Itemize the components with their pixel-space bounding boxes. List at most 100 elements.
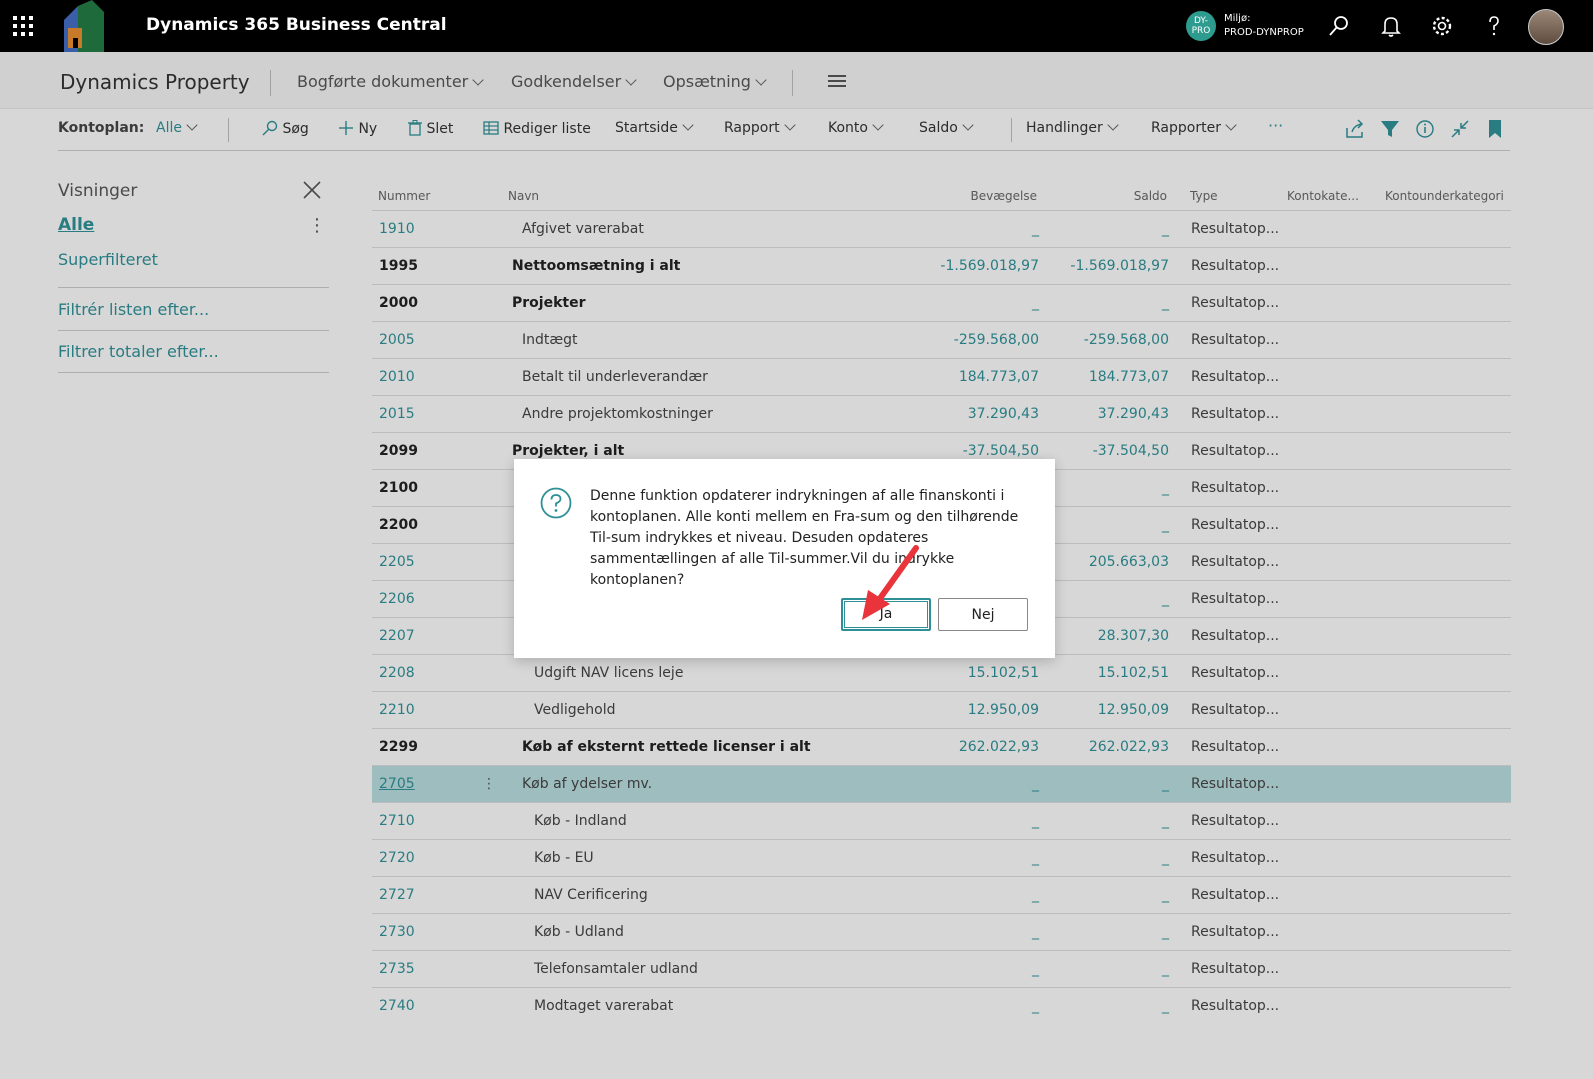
table-row[interactable]: 2720 Køb - EU _ _ Resultatop...	[372, 839, 1511, 876]
account-movement[interactable]: 12.950,09	[968, 702, 1039, 718]
account-movement[interactable]: _	[1032, 924, 1039, 940]
account-number[interactable]: 2200	[379, 517, 418, 533]
filter-totals-link[interactable]: Filtrer totaler efter...	[58, 342, 219, 361]
filter-icon[interactable]	[1379, 118, 1401, 140]
account-number[interactable]: 2727	[379, 887, 415, 903]
view-more-icon[interactable]: ⋮	[308, 215, 326, 236]
account-number[interactable]: 1910	[379, 221, 415, 237]
account-movement[interactable]: _	[1032, 295, 1039, 311]
saldo-menu[interactable]: Saldo	[919, 119, 974, 136]
share-icon[interactable]	[1344, 118, 1366, 140]
rapporter-menu[interactable]: Rapporter	[1151, 119, 1237, 136]
edit-list-button[interactable]: Rediger liste	[483, 120, 591, 137]
table-row[interactable]: 2210 Vedligehold 12.950,09 12.950,09 Resulta…	[372, 691, 1511, 728]
account-number[interactable]: 2010	[379, 369, 415, 385]
account-balance[interactable]: _	[1162, 776, 1169, 792]
account-movement[interactable]: _	[1032, 221, 1039, 237]
header-saldo[interactable]: Saldo	[1134, 189, 1167, 203]
menu-godkendelser[interactable]: Godkendelser	[511, 72, 637, 91]
info-icon[interactable]	[1414, 118, 1436, 140]
row-more-icon[interactable]: ⋮	[482, 776, 496, 792]
account-balance[interactable]: _	[1162, 813, 1169, 829]
account-movement[interactable]: _	[1032, 998, 1039, 1014]
table-row[interactable]: 1910 Afgivet varerabat _ _ Resultatop...	[372, 210, 1511, 247]
search-icon[interactable]	[1326, 13, 1352, 39]
account-movement[interactable]: -37.504,50	[963, 443, 1039, 459]
table-row[interactable]: 2735 Telefonsamtaler udland _ _ Resultatop..…	[372, 950, 1511, 987]
table-row[interactable]: 2705 ⋮ Køb af ydelser mv. _ _ Resultatop...	[372, 765, 1511, 802]
account-balance[interactable]: -259.568,00	[1084, 332, 1169, 348]
header-type[interactable]: Type	[1190, 189, 1218, 203]
account-movement[interactable]: -259.568,00	[954, 332, 1039, 348]
account-balance[interactable]: _	[1162, 887, 1169, 903]
header-kontokategori[interactable]: Kontokate...	[1287, 189, 1359, 203]
account-number[interactable]: 2299	[379, 739, 418, 755]
table-row[interactable]: 2005 Indtægt -259.568,00 -259.568,00 Resulta…	[372, 321, 1511, 358]
account-balance[interactable]: _	[1162, 517, 1169, 533]
table-row[interactable]: 2299 Køb af eksternt rettede licenser i a…	[372, 728, 1511, 765]
header-kontounderkategori[interactable]: Kontounderkategori	[1385, 189, 1504, 203]
account-number[interactable]: 2015	[379, 406, 415, 422]
table-row[interactable]: 2740 Modtaget varerabat _ _ Resultatop...	[372, 987, 1511, 1024]
account-movement[interactable]: 184.773,07	[959, 369, 1039, 385]
header-nummer[interactable]: Nummer	[378, 189, 430, 203]
rapport-menu[interactable]: Rapport	[724, 119, 796, 136]
account-balance[interactable]: _	[1162, 295, 1169, 311]
kontoplan-filter[interactable]: Alle	[156, 119, 198, 136]
account-balance[interactable]: _	[1162, 961, 1169, 977]
account-number[interactable]: 2710	[379, 813, 415, 829]
table-row[interactable]: 2710 Køb - Indland _ _ Resultatop...	[372, 802, 1511, 839]
account-number[interactable]: 2000	[379, 295, 418, 311]
table-row[interactable]: 2727 NAV Cerificering _ _ Resultatop...	[372, 876, 1511, 913]
account-balance[interactable]: _	[1162, 480, 1169, 496]
account-balance[interactable]: 28.307,30	[1098, 628, 1169, 644]
account-movement[interactable]: _	[1032, 887, 1039, 903]
account-number[interactable]: 2730	[379, 924, 415, 940]
account-balance[interactable]: _	[1162, 591, 1169, 607]
account-movement[interactable]: 262.022,93	[959, 739, 1039, 755]
account-balance[interactable]: -1.569.018,97	[1070, 258, 1169, 274]
account-balance[interactable]: 12.950,09	[1098, 702, 1169, 718]
table-row[interactable]: 2730 Køb - Udland _ _ Resultatop...	[372, 913, 1511, 950]
konto-menu[interactable]: Konto	[828, 119, 884, 136]
account-balance[interactable]: _	[1162, 221, 1169, 237]
account-number[interactable]: 2205	[379, 554, 415, 570]
account-balance[interactable]: _	[1162, 998, 1169, 1014]
account-movement[interactable]: -1.569.018,97	[940, 258, 1039, 274]
account-balance[interactable]: 205.663,03	[1089, 554, 1169, 570]
account-number[interactable]: 2720	[379, 850, 415, 866]
account-movement[interactable]: 37.290,43	[968, 406, 1039, 422]
gear-icon[interactable]	[1429, 13, 1455, 39]
account-number[interactable]: 2210	[379, 702, 415, 718]
table-row[interactable]: 2015 Andre projektomkostninger 37.290,43 37…	[372, 395, 1511, 432]
search-button[interactable]: Søg	[262, 120, 309, 137]
account-number[interactable]: 2705	[379, 776, 415, 792]
account-number[interactable]: 2100	[379, 480, 418, 496]
table-row[interactable]: 2208 Udgift NAV licens leje 15.102,51 15.10…	[372, 654, 1511, 691]
delete-button[interactable]: Slet	[408, 120, 453, 137]
account-number[interactable]: 2207	[379, 628, 415, 644]
collapse-icon[interactable]	[1449, 118, 1471, 140]
startside-menu[interactable]: Startside	[615, 119, 694, 136]
handlinger-menu[interactable]: Handlinger	[1026, 119, 1119, 136]
account-number[interactable]: 2208	[379, 665, 415, 681]
table-row[interactable]: 2000 Projekter _ _ Resultatop...	[372, 284, 1511, 321]
header-navn[interactable]: Navn	[508, 189, 539, 203]
view-alle[interactable]: Alle	[58, 215, 94, 235]
account-movement[interactable]: _	[1032, 961, 1039, 977]
app-launcher-icon[interactable]	[13, 16, 33, 36]
account-movement[interactable]: _	[1032, 776, 1039, 792]
account-balance[interactable]: _	[1162, 850, 1169, 866]
account-balance[interactable]: _	[1162, 924, 1169, 940]
account-balance[interactable]: -37.504,50	[1093, 443, 1169, 459]
menu-bogforte-dokumenter[interactable]: Bogførte dokumenter	[297, 72, 484, 91]
account-balance[interactable]: 262.022,93	[1089, 739, 1169, 755]
help-icon[interactable]	[1481, 13, 1507, 39]
header-bevaegelse[interactable]: Bevægelse	[971, 189, 1037, 203]
environment-info[interactable]: Miljø: PROD-DYNPROP	[1224, 12, 1304, 40]
user-avatar[interactable]	[1528, 9, 1564, 45]
bell-icon[interactable]	[1378, 13, 1404, 39]
account-number[interactable]: 2735	[379, 961, 415, 977]
account-number[interactable]: 2099	[379, 443, 418, 459]
account-number[interactable]: 1995	[379, 258, 418, 274]
